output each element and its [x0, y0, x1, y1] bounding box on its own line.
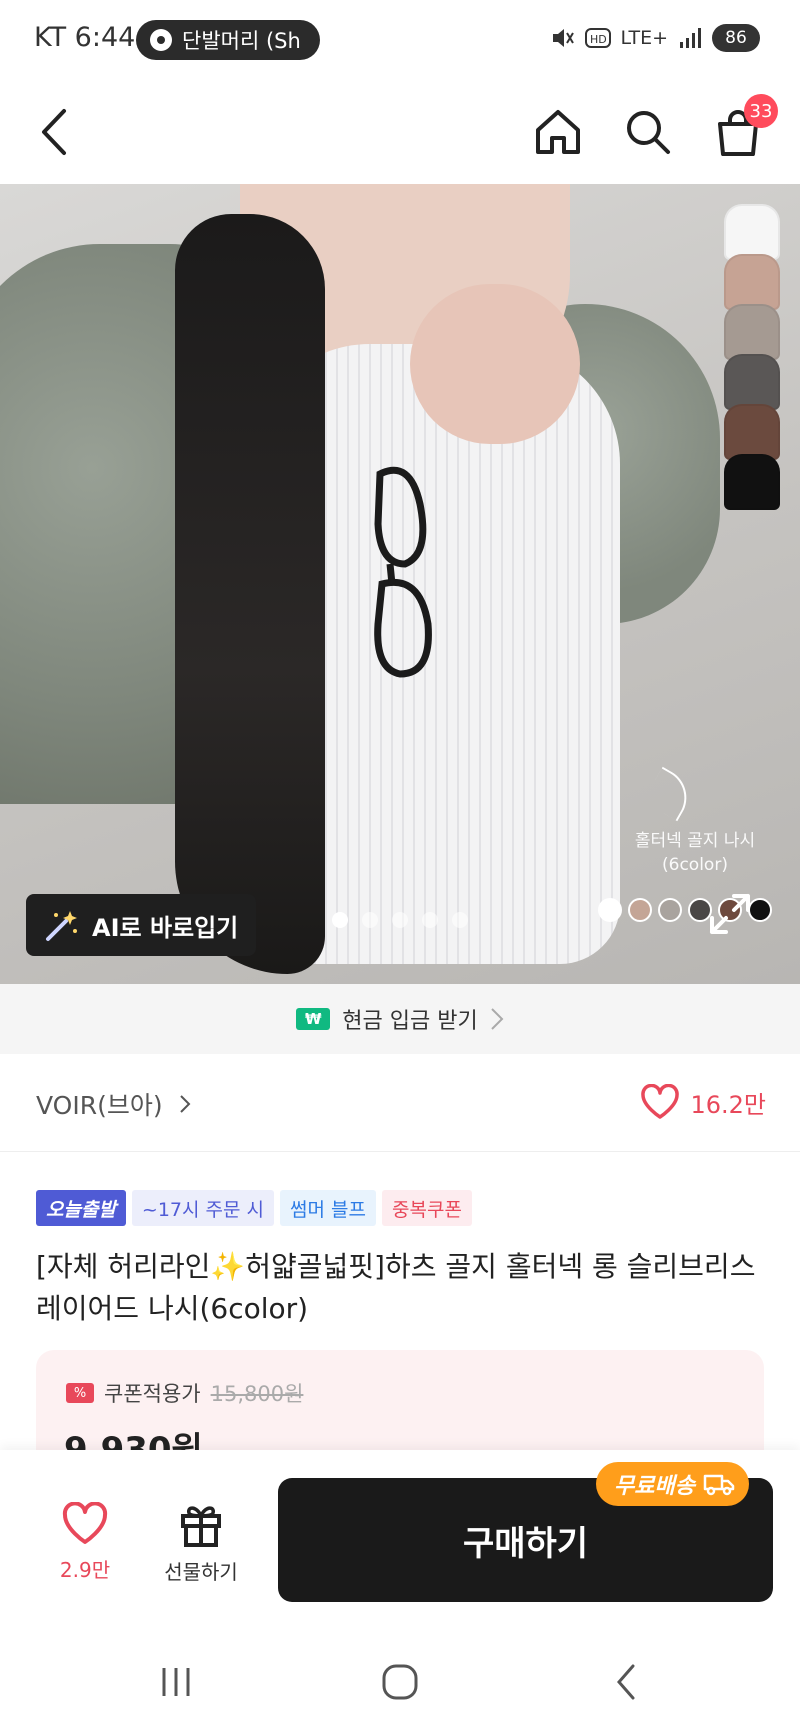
- color-variant-stack: [724, 204, 784, 510]
- home-button[interactable]: [528, 102, 588, 162]
- carrier-time: KT 6:44: [34, 22, 136, 53]
- model-hand: [410, 284, 580, 444]
- variant-beige: [724, 254, 780, 310]
- carousel-dot[interactable]: [332, 912, 348, 928]
- home-icon: [536, 110, 580, 154]
- won-icon: ₩: [296, 1008, 331, 1030]
- brand-link[interactable]: VOIR(브아): [36, 1086, 191, 1122]
- brand-name: VOIR(브아): [36, 1091, 163, 1120]
- carousel-dot[interactable]: [422, 912, 438, 928]
- variant-white: [724, 204, 780, 260]
- status-icons: HD LTE+ 86: [549, 24, 760, 52]
- gift-label: 선물하기: [164, 1560, 238, 1584]
- variant-brown: [724, 404, 780, 460]
- hd-icon: HD: [584, 28, 611, 48]
- product-badge: 오늘출발: [36, 1190, 126, 1226]
- home-system-button[interactable]: [370, 1660, 430, 1704]
- bottom-action-bar: 2.9만 선물하기 구매하기 무료배송: [0, 1450, 800, 1624]
- music-icon: [150, 29, 172, 51]
- expand-image-button[interactable]: [708, 892, 752, 936]
- original-price: 15,800원: [210, 1382, 304, 1406]
- media-pill[interactable]: 단발머리 (Sh: [136, 20, 320, 60]
- signal-icon: [680, 28, 701, 48]
- search-button[interactable]: [618, 102, 678, 162]
- coupon-label: 쿠폰적용가: [104, 1382, 201, 1406]
- recent-apps-button[interactable]: [146, 1660, 206, 1704]
- back-arrow-icon: [42, 109, 66, 155]
- glasses-graphic: [374, 466, 432, 678]
- coupon-row: % 쿠폰적용가 15,800원: [66, 1378, 303, 1408]
- product-badge: 썸머 블프: [280, 1190, 376, 1226]
- product-like-count: 2.9만: [59, 1558, 111, 1582]
- svg-text:HD: HD: [590, 33, 607, 46]
- back-button[interactable]: [26, 102, 86, 162]
- chevron-right-icon: [179, 1095, 191, 1113]
- system-nav-bar: [0, 1624, 800, 1734]
- product-title: [자체 허리라인✨허얇골넓핏]하츠 골지 홀터넥 롱 슬리브리스 레이어드 나시…: [36, 1250, 756, 1325]
- back-system-button[interactable]: [596, 1660, 656, 1704]
- color-swatch: [658, 898, 682, 922]
- back-chevron-icon: [617, 1664, 635, 1700]
- free-shipping-badge: 무료배송: [596, 1462, 749, 1506]
- heart-outline-icon: [62, 1502, 108, 1544]
- image-caption-line2: (6color): [662, 855, 728, 875]
- carousel-dot[interactable]: [392, 912, 408, 928]
- chevron-right-icon: [491, 1008, 504, 1030]
- ai-try-on-button[interactable]: AI로 바로입기: [26, 894, 257, 956]
- coupon-icon: %: [66, 1383, 94, 1403]
- media-pill-text: 단발머리 (Sh: [182, 29, 301, 53]
- search-icon: [627, 111, 670, 154]
- brand-like-button[interactable]: 16.2만: [640, 1084, 766, 1120]
- gift-button[interactable]: 선물하기: [146, 1502, 256, 1585]
- variant-taupe: [724, 304, 780, 360]
- product-badge: 중복쿠폰: [382, 1190, 472, 1226]
- badge-list: 오늘출발 ~17시 주문 시 썸머 블프 중복쿠폰: [36, 1190, 472, 1226]
- battery-icon: 86: [712, 24, 760, 52]
- expand-icon: [710, 894, 750, 934]
- variant-charcoal: [724, 354, 780, 410]
- cash-deposit-text: 현금 입금 받기: [342, 1009, 478, 1034]
- brand-like-count: 16.2만: [690, 1090, 766, 1119]
- image-caption: 홀터넥 골지 나시 (6color): [610, 829, 780, 877]
- product-image-carousel[interactable]: 홀터넥 골지 나시 (6color): [0, 184, 800, 984]
- variant-black: [724, 454, 780, 510]
- cart-button[interactable]: 33: [708, 94, 778, 162]
- carousel-dot[interactable]: [362, 912, 378, 928]
- image-caption-line1: 홀터넥 골지 나시: [634, 831, 756, 851]
- home-circle-icon: [382, 1664, 418, 1700]
- delivery-truck-icon: [703, 1474, 735, 1496]
- recent-apps-icon: [162, 1668, 190, 1696]
- product-badge: ~17시 주문 시: [131, 1190, 275, 1226]
- color-swatch: [628, 898, 652, 922]
- top-nav: 33: [0, 80, 800, 184]
- free-shipping-label: 무료배송: [614, 1474, 695, 1499]
- product-like-button[interactable]: 2.9만: [30, 1502, 140, 1583]
- network-label: LTE+: [620, 27, 669, 49]
- heart-outline-icon: [641, 1084, 680, 1119]
- magic-wand-icon: [46, 911, 77, 941]
- carousel-dot[interactable]: [452, 912, 468, 928]
- cart-count-badge: 33: [744, 94, 778, 128]
- mute-icon: [552, 29, 574, 47]
- color-swatch: [598, 898, 622, 922]
- gift-icon: [181, 1506, 221, 1547]
- carousel-indicator: [332, 912, 468, 928]
- status-bar: KT 6:44 단발머리 (Sh HD LTE+ 86: [0, 0, 800, 80]
- brand-row: VOIR(브아) 16.2만: [0, 1054, 800, 1152]
- cash-deposit-banner[interactable]: ₩ 현금 입금 받기: [0, 984, 800, 1054]
- model-hair: [175, 214, 325, 974]
- ai-try-on-label: AI로 바로입기: [92, 913, 239, 942]
